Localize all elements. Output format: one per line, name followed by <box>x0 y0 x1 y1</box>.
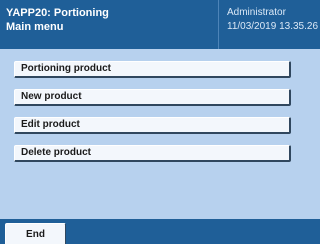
new-product-button[interactable]: New product <box>14 89 291 106</box>
user-info: Administrator 11/03/2019 13.35.26 <box>227 6 318 34</box>
header-divider <box>218 0 219 49</box>
title-block: YAPP20: Portioning Main menu <box>6 6 109 34</box>
header-bar: YAPP20: Portioning Main menu Administrat… <box>0 0 320 49</box>
edit-product-button[interactable]: Edit product <box>14 117 291 134</box>
delete-product-button[interactable]: Delete product <box>14 145 291 162</box>
screen-title: Main menu <box>6 21 64 33</box>
datetime: 11/03/2019 13.35.26 <box>227 21 319 32</box>
footer-bar: End <box>0 219 320 244</box>
portioning-product-button[interactable]: Portioning product <box>14 61 291 78</box>
end-button[interactable]: End <box>5 223 66 244</box>
app-title: YAPP20: Portioning <box>6 7 109 19</box>
user-name: Administrator <box>227 7 286 18</box>
menu-panel: Portioning product New product Edit prod… <box>0 49 320 219</box>
